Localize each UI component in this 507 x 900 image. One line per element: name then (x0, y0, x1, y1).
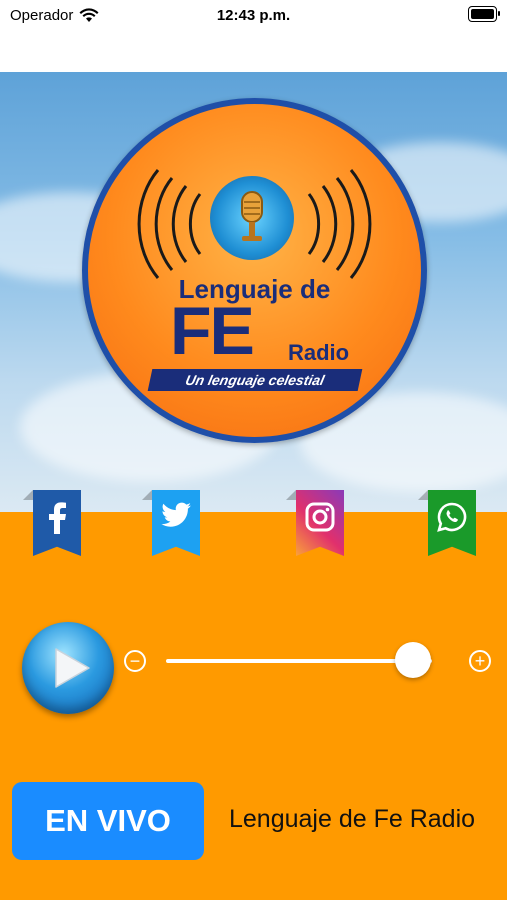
twitter-button[interactable] (142, 490, 200, 556)
whatsapp-icon (437, 502, 467, 532)
clock: 12:43 p.m. (216, 7, 291, 24)
station-logo: Lenguaje de FE Radio Un lenguaje celesti… (82, 98, 427, 443)
instagram-icon (305, 502, 335, 532)
logo-fe: FE (170, 293, 255, 369)
play-icon (55, 648, 90, 688)
instagram-button[interactable] (286, 490, 344, 556)
volume-up-icon[interactable]: + (469, 650, 491, 672)
microphone-icon (210, 176, 294, 260)
status-bar: Operador 12:43 p.m. (0, 0, 507, 34)
logo-title: Lenguaje de (178, 274, 331, 304)
logo-tagline: Un lenguaje celestial (147, 369, 363, 391)
volume-down-icon[interactable]: − (124, 650, 146, 672)
station-name: Lenguaje de Fe Radio (229, 805, 476, 833)
play-button[interactable] (22, 622, 114, 714)
volume-slider[interactable] (166, 659, 432, 663)
facebook-icon (49, 502, 66, 534)
live-button[interactable]: EN VIVO (12, 782, 204, 860)
volume-slider-thumb[interactable] (395, 642, 432, 678)
player-controls: − + (0, 620, 507, 716)
battery-icon (468, 6, 500, 22)
whatsapp-button[interactable] (418, 490, 476, 556)
logo-radio: Radio (288, 340, 350, 365)
twitter-icon (161, 502, 191, 527)
header-band (0, 34, 507, 72)
facebook-button[interactable] (23, 490, 81, 556)
